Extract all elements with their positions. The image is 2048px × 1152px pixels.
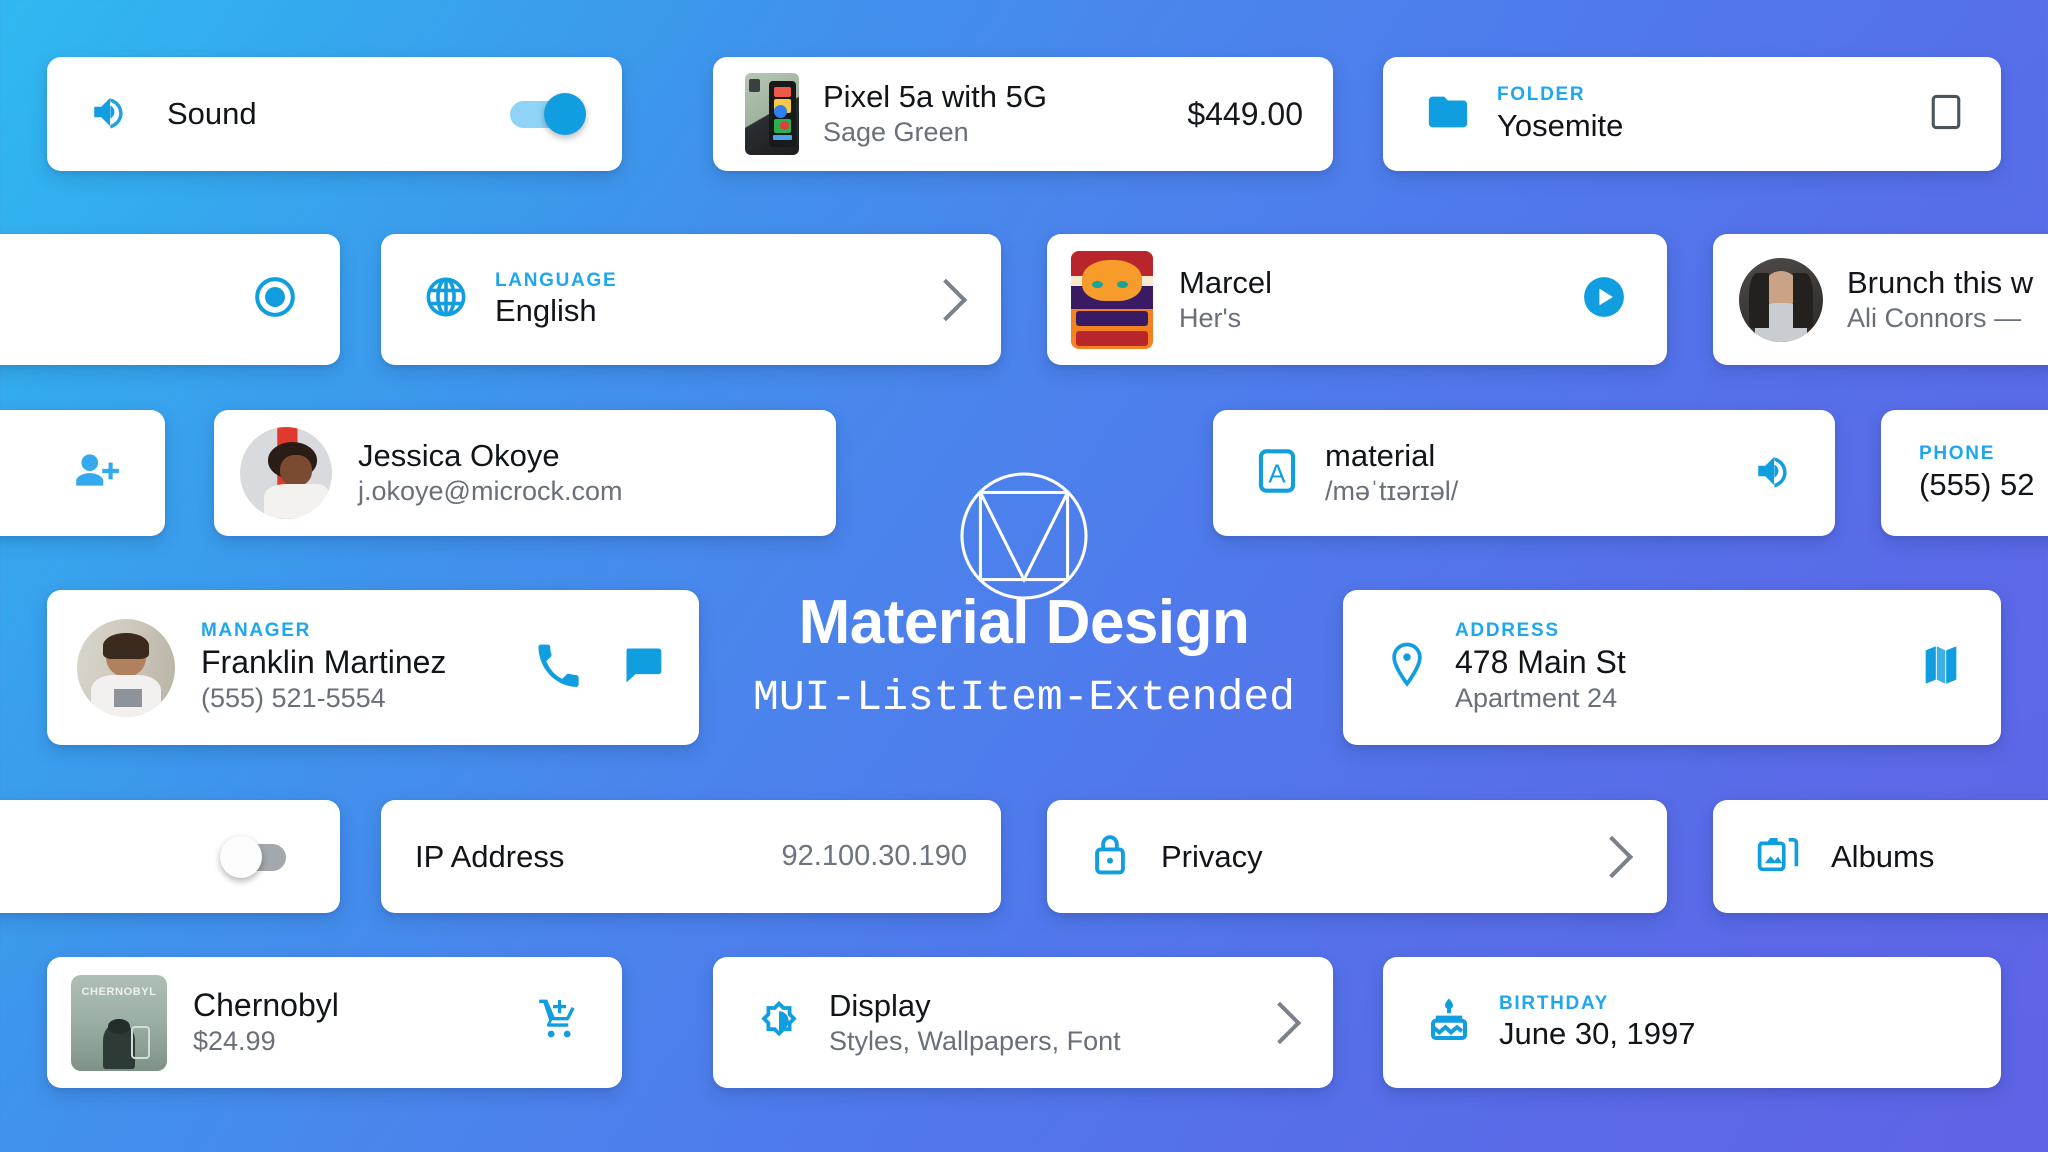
phone-overline: PHONE: [1919, 443, 1996, 465]
card-pixel-phone[interactable]: Pixel 5a with 5G Sage Green $449.00: [713, 57, 1333, 171]
phone-camera: [749, 79, 760, 92]
pixel-phone-price: $449.00: [1187, 95, 1303, 132]
card-albums[interactable]: Albums: [1713, 800, 2048, 913]
language-text: LANGUAGE English: [495, 269, 617, 331]
contact-email: j.okoye@microck.com: [358, 476, 623, 507]
folder-overline: FOLDER: [1497, 84, 1586, 106]
albums-label: Albums: [1831, 838, 1935, 874]
birthday-value: June 30, 1997: [1499, 1016, 1696, 1052]
card-contact[interactable]: Jessica Okoye j.okoye@microck.com: [214, 410, 836, 536]
person-add-icon[interactable]: [71, 446, 121, 501]
contact-text: Jessica Okoye j.okoye@microck.com: [358, 437, 622, 509]
cake-icon: [1425, 994, 1473, 1051]
pixel-phone-image: [745, 73, 799, 155]
chernobyl-text: Chernobyl $24.99: [193, 986, 339, 1059]
pixel-phone-text: Pixel 5a with 5G Sage Green: [823, 78, 1047, 150]
screen-root: Sound Pixel 5a with 5G Sage Green $449.0…: [0, 0, 2048, 1152]
translate-letter-a-icon: A: [1255, 446, 1299, 501]
avatar-jessica-okoye: [240, 427, 332, 519]
chernobyl-poster: CHERNOBYL: [71, 974, 167, 1071]
globe-icon: [423, 274, 469, 325]
sound-toggle[interactable]: [510, 93, 586, 135]
phone-text: PHONE (555) 52: [1919, 442, 2034, 504]
card-sound[interactable]: Sound: [47, 57, 622, 171]
album-art-marcel: [1071, 250, 1153, 349]
lock-icon: [1089, 830, 1131, 883]
chernobyl-poster-text: CHERNOBYL: [81, 986, 157, 999]
chevron-right-icon[interactable]: [924, 278, 968, 321]
card-ip-address[interactable]: IP Address 92.100.30.190: [381, 800, 1001, 913]
chernobyl-title: Chernobyl: [193, 987, 339, 1024]
toggle-thumb[interactable]: [544, 93, 586, 135]
message-subtitle: Ali Connors —: [1847, 302, 2022, 333]
birthday-overline: BIRTHDAY: [1499, 992, 1610, 1014]
svg-text:A: A: [1268, 460, 1286, 488]
card-add-person[interactable]: [0, 410, 165, 536]
card-chernobyl[interactable]: CHERNOBYL Chernobyl $24.99: [47, 957, 622, 1088]
ip-address-value: 92.100.30.190: [781, 840, 967, 872]
chevron-right-icon[interactable]: [1590, 835, 1634, 878]
sound-label: Sound: [167, 96, 257, 132]
language-overline: LANGUAGE: [495, 269, 618, 291]
card-message[interactable]: Brunch this w Ali Connors —: [1713, 234, 2048, 365]
volume-up-icon: [89, 91, 131, 138]
folder-value: Yosemite: [1497, 107, 1624, 143]
secondary-toggle[interactable]: [220, 835, 296, 878]
card-privacy[interactable]: Privacy: [1047, 800, 1667, 913]
music-title: Marcel: [1179, 264, 1273, 300]
radio-button-checked-icon[interactable]: [252, 274, 298, 325]
page-subtitle: MUI-ListItem-Extended: [753, 673, 1295, 722]
brand-block: Material Design MUI-ListItem-Extended: [0, 588, 2048, 722]
card-language[interactable]: LANGUAGE English: [381, 234, 1001, 365]
photo-album-icon: [1755, 831, 1801, 882]
ip-address-label: IP Address: [415, 838, 565, 874]
contact-name: Jessica Okoye: [358, 438, 560, 474]
card-music[interactable]: Marcel Her's: [1047, 234, 1667, 365]
checkbox-unchecked-icon[interactable]: [1929, 92, 1963, 137]
dictionary-word: material: [1325, 438, 1436, 474]
chernobyl-price: $24.99: [193, 1026, 276, 1057]
folder-text: FOLDER Yosemite: [1497, 83, 1623, 145]
dictionary-pronunciation: /məˈtɪərɪəl/: [1325, 476, 1459, 507]
avatar-ali-connors: [1739, 257, 1823, 342]
pixel-phone-title: Pixel 5a with 5G: [823, 79, 1047, 115]
privacy-label: Privacy: [1161, 838, 1263, 874]
card-phone[interactable]: PHONE (555) 52: [1881, 410, 2048, 536]
language-value: English: [495, 293, 597, 329]
display-title: Display: [829, 987, 931, 1023]
chevron-right-icon[interactable]: [1258, 1001, 1302, 1044]
card-toggle-off[interactable]: [0, 800, 340, 913]
add-shopping-cart-icon[interactable]: [536, 996, 584, 1049]
toggle-thumb[interactable]: [220, 835, 262, 878]
birthday-text: BIRTHDAY June 30, 1997: [1499, 992, 1696, 1054]
play-circle-icon[interactable]: [1581, 274, 1627, 325]
music-subtitle: Her's: [1179, 302, 1242, 333]
page-title: Material Design: [798, 588, 1250, 657]
message-text: Brunch this w Ali Connors —: [1847, 264, 2033, 336]
folder-icon: [1425, 89, 1471, 140]
material-design-logo: [958, 470, 1090, 607]
music-text: Marcel Her's: [1179, 264, 1272, 336]
brightness-icon: [755, 996, 803, 1049]
dictionary-text: material /məˈtɪərɪəl/: [1325, 437, 1458, 509]
display-subtitle: Styles, Wallpapers, Font: [829, 1025, 1121, 1056]
display-text: Display Styles, Wallpapers, Font: [829, 987, 1121, 1059]
message-title: Brunch this w: [1847, 264, 2034, 300]
pixel-phone-subtitle: Sage Green: [823, 117, 969, 148]
card-birthday[interactable]: BIRTHDAY June 30, 1997: [1383, 957, 2001, 1088]
card-folder[interactable]: FOLDER Yosemite: [1383, 57, 2001, 171]
card-dictionary[interactable]: A material /məˈtɪərɪəl/: [1213, 410, 1835, 536]
phone-screen: [769, 81, 796, 147]
volume-up-icon[interactable]: [1753, 450, 1795, 497]
card-display[interactable]: Display Styles, Wallpapers, Font: [713, 957, 1333, 1088]
card-radio[interactable]: [0, 234, 340, 365]
phone-value: (555) 52: [1919, 466, 2035, 502]
